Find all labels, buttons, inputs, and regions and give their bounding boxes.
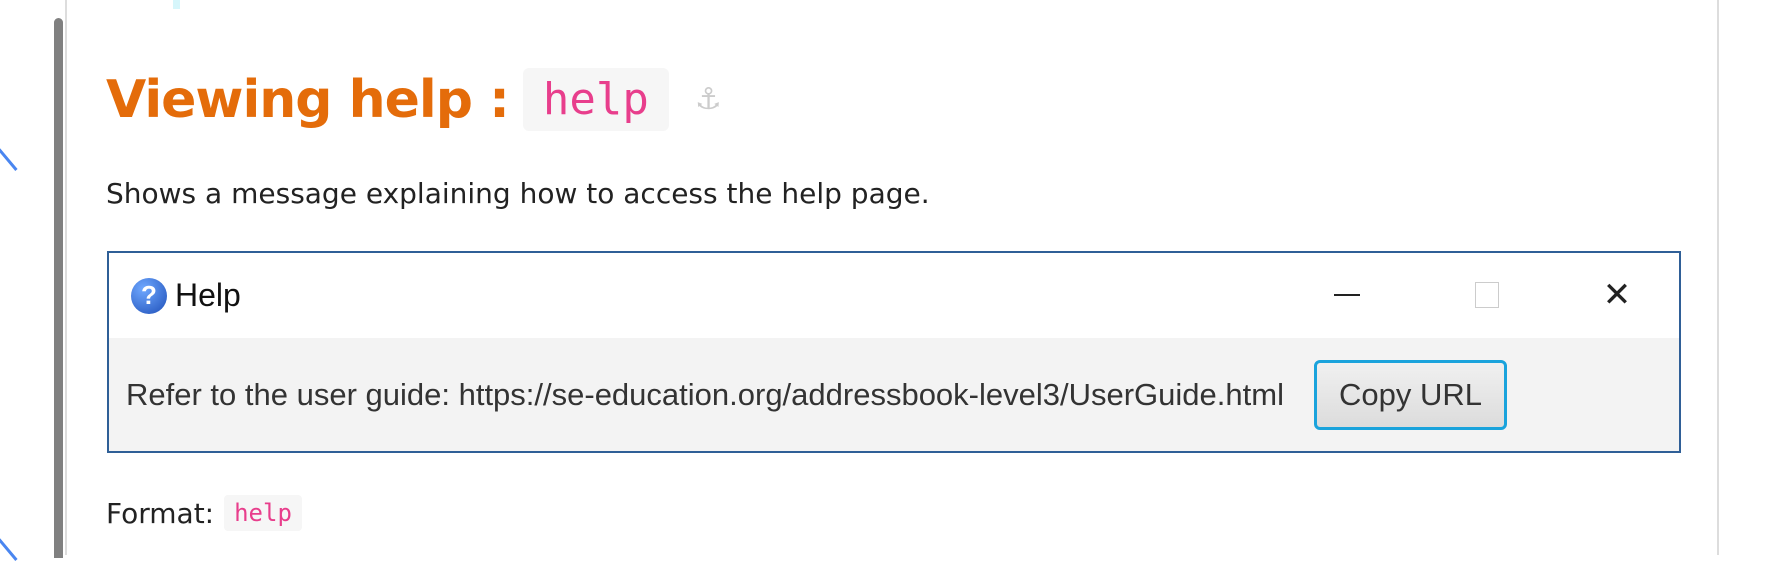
question-icon: ? bbox=[131, 277, 167, 314]
content-border bbox=[1717, 0, 1719, 555]
description: Shows a message explaining how to access… bbox=[106, 177, 930, 210]
content-border bbox=[65, 0, 67, 555]
format-code: help bbox=[224, 495, 302, 531]
heading-code: help bbox=[522, 68, 669, 131]
decorative-line bbox=[0, 143, 18, 171]
dialog-message: Refer to the user guide: https://se-educ… bbox=[126, 376, 1284, 412]
close-icon[interactable]: ✕ bbox=[1597, 275, 1637, 315]
scrollbar[interactable] bbox=[54, 18, 63, 558]
section-heading: Viewing help : help ⚓ bbox=[106, 68, 722, 131]
highlight-mark bbox=[173, 0, 180, 9]
minimize-icon[interactable] bbox=[1327, 275, 1367, 315]
help-dialog-screenshot: ? Help ✕ Refer to the user guide: https:… bbox=[107, 251, 1681, 453]
anchor-icon[interactable]: ⚓ bbox=[695, 82, 722, 117]
heading-text: Viewing help : bbox=[106, 69, 510, 130]
dialog-title: Help bbox=[175, 277, 241, 313]
copy-url-button[interactable]: Copy URL bbox=[1313, 359, 1507, 430]
decorative-line bbox=[0, 533, 18, 561]
dialog-body: Refer to the user guide: https://se-educ… bbox=[109, 338, 1679, 451]
dialog-titlebar: ? Help ✕ bbox=[109, 253, 1679, 338]
maximize-icon[interactable] bbox=[1467, 275, 1507, 315]
format-label: Format: bbox=[106, 496, 215, 530]
format-line: Format: help bbox=[106, 495, 302, 531]
